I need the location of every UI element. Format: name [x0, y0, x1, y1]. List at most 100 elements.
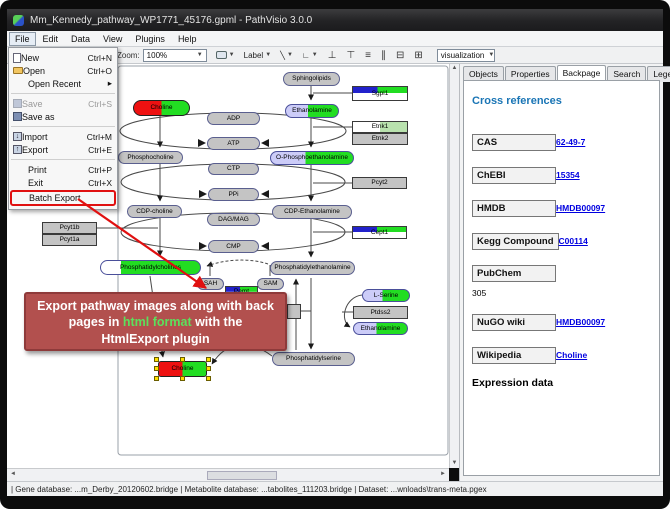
- selection-handle[interactable]: [180, 357, 185, 362]
- node-sgpl1[interactable]: Sgpl1: [352, 86, 408, 101]
- node-phosphocholine[interactable]: Phosphocholine: [118, 151, 183, 164]
- node-cmp[interactable]: CMP: [208, 240, 259, 253]
- node-l-serine[interactable]: L-Serine: [362, 289, 410, 302]
- file-menu-item-import[interactable]: ImportCtrl+M: [9, 130, 117, 143]
- node-pcyt1a[interactable]: Pcyt1a: [42, 234, 97, 246]
- node-cdp-choline[interactable]: CDP-choline: [127, 205, 182, 218]
- scroll-left-icon[interactable]: ◄: [10, 471, 16, 477]
- connector-tool-button[interactable]: ∟ ▼: [302, 51, 318, 60]
- file-menu-item-open[interactable]: OpenCtrl+O: [9, 64, 117, 77]
- node-o-phosphoethanolamine[interactable]: O-Phosphoethanolamine: [270, 151, 354, 165]
- xref-link[interactable]: 15354: [556, 170, 580, 180]
- node-cept1[interactable]: Cept1: [352, 226, 407, 239]
- align-height-button[interactable]: ⊞: [414, 50, 422, 61]
- menu-data[interactable]: Data: [65, 32, 96, 46]
- vertical-scrollbar[interactable]: ▲ ▼: [449, 64, 459, 468]
- callout-highlight-text: html format: [123, 315, 192, 329]
- menu-edit[interactable]: Edit: [37, 32, 65, 46]
- xref-link[interactable]: HMDB00097: [556, 317, 605, 327]
- line-icon: ╲: [280, 51, 285, 60]
- stack-horizontal-button[interactable]: ∥: [381, 50, 386, 61]
- scrollbar-thumb[interactable]: [207, 471, 277, 480]
- file-menu-item-export[interactable]: ExportCtrl+E: [9, 143, 117, 156]
- node-atp[interactable]: ATP: [207, 137, 260, 150]
- file-menu-item-print[interactable]: PrintCtrl+P: [9, 163, 117, 176]
- chevron-down-icon: ▼: [193, 52, 203, 58]
- node-gene-box[interactable]: [287, 304, 301, 319]
- node-dag-mag[interactable]: DAG/MAG: [207, 213, 260, 226]
- stack-vertical-button[interactable]: ≡: [365, 50, 371, 61]
- import-icon: [13, 132, 22, 141]
- selection-handle[interactable]: [206, 376, 211, 381]
- xref-link[interactable]: HMDB00097: [556, 203, 605, 213]
- menu-separator: [11, 126, 115, 127]
- file-menu-item-label: Save: [22, 99, 84, 109]
- zoom-select[interactable]: 100% ▼: [143, 49, 207, 62]
- selection-handle[interactable]: [180, 376, 185, 381]
- screenshot: Mm_Kennedy_pathway_WP1771_45176.gpml - P…: [0, 0, 670, 509]
- menu-plugins[interactable]: Plugins: [129, 32, 171, 46]
- node-choline[interactable]: Choline: [133, 100, 190, 116]
- menu-help[interactable]: Help: [172, 32, 203, 46]
- line-tool-button[interactable]: ╲ ▼: [280, 51, 293, 60]
- xref-link[interactable]: Choline: [556, 350, 587, 360]
- menu-separator: [11, 159, 115, 160]
- xref-section-hmdb: HMDBHMDB00097: [472, 197, 651, 217]
- align-width-button[interactable]: ⊟: [396, 50, 404, 61]
- xref-link[interactable]: C00114: [559, 236, 588, 246]
- selection-handle[interactable]: [154, 376, 159, 381]
- node-ctp[interactable]: CTP: [208, 163, 259, 175]
- horizontal-scrollbar[interactable]: ◄ ►: [7, 468, 449, 481]
- file-menu: NewCtrl+NOpenCtrl+OOpen Recent▸SaveCtrl+…: [8, 47, 118, 210]
- align-center-y-button[interactable]: ⊤: [346, 50, 355, 61]
- connector-icon: ∟: [302, 51, 310, 60]
- menu-view[interactable]: View: [97, 32, 128, 46]
- node-adp[interactable]: ADP: [207, 112, 260, 125]
- file-menu-item-exit[interactable]: ExitCtrl+X: [9, 176, 117, 189]
- align-center-y-icon: ⊤: [346, 50, 355, 61]
- node-etnk2[interactable]: Etnk2: [352, 133, 408, 145]
- scroll-down-icon[interactable]: ▼: [452, 459, 458, 468]
- node-ethanolamine[interactable]: Ethanolamine: [285, 104, 339, 118]
- file-menu-item-save-as[interactable]: Save as: [9, 110, 117, 123]
- submenu-arrow-icon: ▸: [108, 78, 112, 89]
- node-etnk1[interactable]: Etnk1: [352, 121, 408, 133]
- scroll-right-icon[interactable]: ►: [440, 471, 446, 477]
- annotation-callout: Export pathway images along with back pa…: [24, 292, 287, 351]
- node-choline[interactable]: Choline: [158, 361, 207, 377]
- cross-references-heading: Cross references: [472, 95, 651, 107]
- sidebar-panel: ObjectsPropertiesBackpageSearchLegend Cr…: [459, 64, 663, 481]
- node-pcyt1b[interactable]: Pcyt1b: [42, 222, 97, 234]
- zoom-label: Zoom:: [117, 51, 140, 60]
- gene-datanode-button[interactable]: ▼: [216, 51, 235, 59]
- node-pcyt2[interactable]: Pcyt2: [352, 177, 407, 189]
- selection-handle[interactable]: [206, 366, 211, 371]
- visualization-select[interactable]: visualization ▼: [437, 49, 495, 62]
- selection-handle[interactable]: [206, 357, 211, 362]
- node-sphingolipids[interactable]: Sphingolipids: [283, 72, 340, 86]
- node-ppi[interactable]: PPi: [208, 188, 259, 201]
- node-phosphatidylcholines[interactable]: Phosphatidylcholines: [100, 260, 201, 275]
- label-button[interactable]: Label ▼: [244, 51, 272, 60]
- selection-handle[interactable]: [154, 366, 159, 371]
- align-center-x-icon: ⊥: [328, 50, 337, 61]
- align-center-x-button[interactable]: ⊥: [328, 50, 337, 61]
- node-phosphatidylethanolamine[interactable]: Phosphatidylethanolamine: [270, 261, 355, 275]
- file-menu-item-open-recent[interactable]: Open Recent▸: [9, 77, 117, 90]
- xref-link[interactable]: 62-49-7: [556, 137, 585, 147]
- selection-handle[interactable]: [154, 357, 159, 362]
- xref-list: CAS62-49-7ChEBI15354HMDBHMDB00097Kegg Co…: [472, 131, 651, 364]
- tab-backpage[interactable]: Backpage: [557, 65, 607, 81]
- node-cdp-ethanolamine[interactable]: CDP-Ethanolamine: [272, 205, 352, 219]
- node-ptdss2[interactable]: Ptdss2: [353, 306, 408, 319]
- node-ethanolamine[interactable]: Ethanolamine: [353, 322, 408, 335]
- chevron-down-icon: ▼: [312, 52, 318, 58]
- scroll-up-icon[interactable]: ▲: [452, 64, 458, 73]
- node-sam[interactable]: SAM: [257, 278, 284, 290]
- file-menu-item-batch-export[interactable]: Batch Export: [10, 190, 116, 206]
- menu-file[interactable]: File: [9, 32, 36, 46]
- xref-title: PubChem: [472, 265, 556, 282]
- node-phosphatidylserine[interactable]: Phosphatidylserine: [272, 352, 355, 366]
- node-sah[interactable]: SAH: [197, 278, 224, 290]
- file-menu-item-new[interactable]: NewCtrl+N: [9, 51, 117, 64]
